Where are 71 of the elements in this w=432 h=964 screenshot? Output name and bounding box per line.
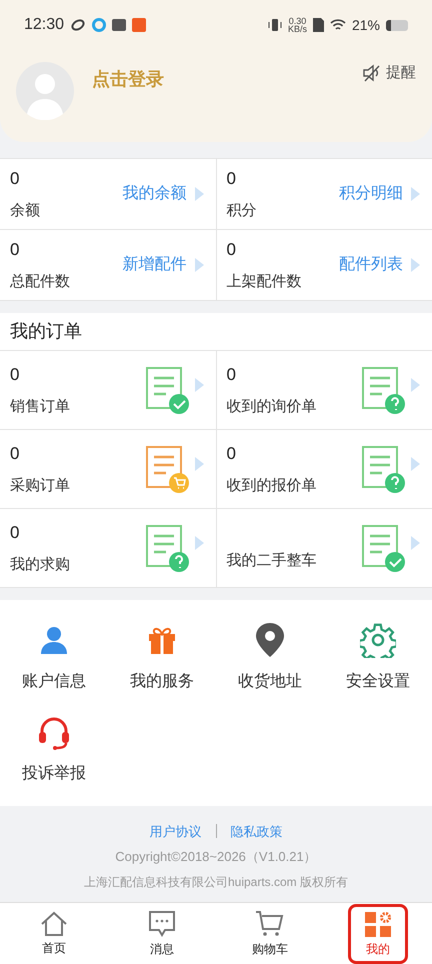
app-icon bbox=[112, 19, 126, 31]
stat-label: 余额 bbox=[10, 200, 41, 220]
stat-cell[interactable]: 0 积分 积分明细 bbox=[216, 159, 432, 229]
order-count: 0 bbox=[10, 443, 20, 465]
chat-icon bbox=[148, 910, 176, 938]
arrow-icon bbox=[411, 536, 420, 550]
user-icon bbox=[38, 624, 70, 656]
stat-label: 积分 bbox=[226, 200, 258, 220]
battery-percent: 21% bbox=[352, 16, 380, 34]
arrow-icon bbox=[194, 457, 204, 471]
battery-icon bbox=[386, 20, 408, 30]
order-cell[interactable]: 0 收到的报价单 bbox=[216, 430, 432, 508]
order-label: 我的二手整车 bbox=[226, 550, 318, 571]
cart-icon bbox=[255, 910, 285, 938]
stat-cell[interactable]: 0 总配件数 新增配件 bbox=[0, 230, 216, 300]
order-count: 0 bbox=[10, 522, 20, 544]
copyright-text: Copyright©2018~2026（V1.0.21） bbox=[115, 848, 317, 866]
stat-value: 0 bbox=[226, 168, 237, 190]
vibrate-icon bbox=[268, 18, 282, 32]
remind-button[interactable]: 提醒 bbox=[362, 62, 416, 84]
order-count: 0 bbox=[226, 443, 237, 465]
stat-label: 总配件数 bbox=[10, 272, 71, 292]
order-cell[interactable]: 0 销售订单 bbox=[0, 351, 216, 429]
settings-icon bbox=[360, 622, 396, 658]
order-cell[interactable]: 0 收到的询价单 bbox=[216, 351, 432, 429]
service-item[interactable]: 我的服务 bbox=[108, 620, 216, 700]
stat-value: 0 bbox=[10, 239, 20, 261]
order-label: 采购订单 bbox=[10, 476, 71, 496]
network-speed: 0.30 KB/s bbox=[288, 17, 307, 33]
ring-icon bbox=[92, 18, 106, 32]
location-pin-icon bbox=[254, 622, 286, 658]
arrow-icon bbox=[194, 258, 204, 272]
order-label: 我的求购 bbox=[10, 554, 71, 574]
service-item[interactable]: 收货地址 bbox=[216, 620, 324, 700]
tab-item[interactable]: 消息 bbox=[132, 904, 192, 964]
service-item[interactable]: 安全设置 bbox=[324, 620, 432, 700]
order-cell[interactable]: 我的二手整车 bbox=[216, 509, 432, 587]
home-icon bbox=[40, 910, 68, 936]
stat-value: 0 bbox=[10, 168, 20, 190]
stat-value: 0 bbox=[226, 239, 237, 261]
arrow-icon bbox=[194, 536, 204, 550]
order-label: 销售订单 bbox=[10, 396, 71, 416]
sim-icon bbox=[312, 18, 324, 32]
stat-label: 上架配件数 bbox=[226, 272, 302, 292]
stat-cell[interactable]: 0 余额 我的余额 bbox=[0, 159, 216, 229]
service-item[interactable]: 账户信息 bbox=[0, 620, 108, 700]
order-label: 收到的报价单 bbox=[226, 476, 318, 496]
order-cell[interactable]: 0 采购订单 bbox=[0, 430, 216, 508]
arrow-icon bbox=[194, 187, 204, 201]
arrow-icon bbox=[411, 378, 420, 392]
wifi-icon bbox=[330, 18, 346, 32]
order-cell[interactable]: 0 我的求购 bbox=[0, 509, 216, 587]
arrow-icon bbox=[411, 187, 420, 201]
tab-item[interactable]: 我的 bbox=[348, 904, 408, 964]
app-icon bbox=[132, 18, 146, 32]
order-count: 0 bbox=[10, 364, 20, 386]
arrow-icon bbox=[411, 258, 420, 272]
order-label: 收到的询价单 bbox=[226, 396, 318, 416]
section-title: 我的订单 bbox=[10, 320, 82, 343]
tab-item[interactable]: 购物车 bbox=[240, 904, 300, 964]
grid-icon bbox=[364, 910, 392, 938]
arrow-icon bbox=[411, 457, 420, 471]
service-item[interactable]: 投诉举报 bbox=[0, 712, 108, 792]
arrow-icon bbox=[194, 378, 204, 392]
order-count: 0 bbox=[226, 364, 237, 386]
company-text: 上海汇配信息科技有限公司huiparts.com 版权所有 bbox=[84, 874, 348, 890]
tab-item[interactable]: 首页 bbox=[24, 904, 84, 964]
status-time: 12:30 bbox=[24, 15, 64, 35]
stat-cell[interactable]: 0 上架配件数 配件列表 bbox=[216, 230, 432, 300]
link-icon bbox=[70, 17, 86, 33]
mute-icon bbox=[362, 63, 382, 84]
